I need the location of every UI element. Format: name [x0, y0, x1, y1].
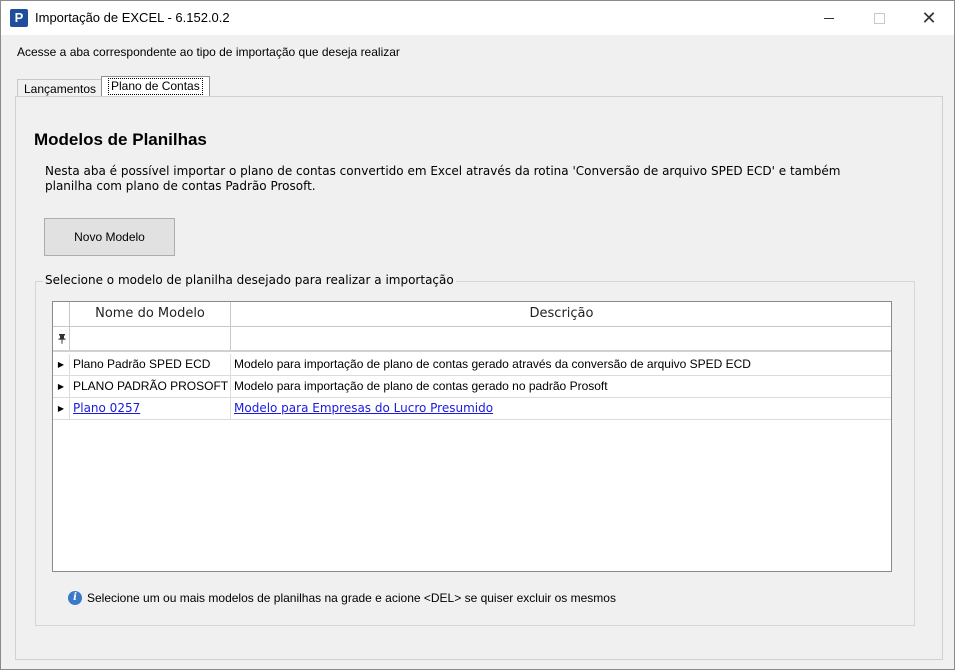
tab-lancamentos[interactable]: Lançamentos: [17, 79, 104, 97]
row-pointer-icon: ▶: [53, 398, 70, 419]
window-title: Importação de EXCEL - 6.152.0.2: [35, 10, 230, 25]
row-pointer-icon: ▶: [53, 354, 70, 375]
close-button[interactable]: ✕: [906, 1, 952, 35]
tab-label: Plano de Contas: [108, 78, 203, 95]
plano-de-contas-panel: Modelos de Planilhas Nesta aba é possíve…: [15, 96, 943, 660]
model-name[interactable]: Plano Padrão SPED ECD: [70, 354, 231, 375]
model-name-link[interactable]: Plano 0257: [70, 398, 231, 419]
row-pointer-icon: ▶: [53, 376, 70, 397]
table-row[interactable]: ▶ Plano 0257 Modelo para Empresas do Luc…: [53, 398, 891, 420]
tab-plano-de-contas[interactable]: Plano de Contas: [101, 76, 210, 97]
minimize-button[interactable]: [806, 1, 852, 35]
model-description[interactable]: Modelo para importação de plano de conta…: [231, 354, 891, 375]
model-description[interactable]: Modelo para importação de plano de conta…: [231, 376, 891, 397]
model-name-link-text[interactable]: Plano 0257: [73, 401, 140, 415]
table-row[interactable]: ▶ Plano Padrão SPED ECD Modelo para impo…: [53, 354, 891, 376]
app-logo-icon: P: [10, 9, 28, 27]
hint-text: Selecione um ou mais modelos de planilha…: [87, 591, 616, 605]
close-icon: ✕: [921, 7, 937, 28]
new-model-button[interactable]: Novo Modelo: [44, 218, 175, 256]
model-description-link-text[interactable]: Modelo para Empresas do Lucro Presumido: [234, 401, 493, 415]
maximize-button[interactable]: [856, 1, 902, 35]
model-selection-group: Selecione o modelo de planilha desejado …: [35, 273, 915, 626]
panel-title: Modelos de Planilhas: [34, 130, 207, 149]
filter-description-input[interactable]: [231, 327, 891, 350]
models-grid[interactable]: Nome do Modelo Descrição ▶ Plano Padrão …: [52, 301, 892, 572]
minimize-icon: [824, 17, 834, 19]
import-excel-window: P Importação de EXCEL - 6.152.0.2 ✕ Aces…: [0, 0, 955, 670]
filter-name-input[interactable]: [70, 327, 231, 350]
grid-header: Nome do Modelo Descrição: [53, 302, 891, 327]
maximize-icon: [873, 12, 885, 24]
row-indicator-header: [53, 302, 70, 326]
table-row[interactable]: ▶ PLANO PADRÃO PROSOFT Modelo para impor…: [53, 376, 891, 398]
title-bar[interactable]: P Importação de EXCEL - 6.152.0.2 ✕: [1, 1, 954, 35]
hint-message: i Selecione um ou mais modelos de planil…: [68, 591, 616, 605]
model-description-link[interactable]: Modelo para Empresas do Lucro Presumido: [231, 398, 891, 419]
instruction-text: Acesse a aba correspondente ao tipo de i…: [17, 45, 400, 59]
info-icon: i: [68, 591, 82, 605]
filter-row: [53, 327, 891, 352]
filter-indicator-cell: [53, 327, 70, 350]
filter-pin-icon: [58, 334, 66, 344]
model-name[interactable]: PLANO PADRÃO PROSOFT: [70, 376, 231, 397]
column-header-description[interactable]: Descrição: [231, 302, 891, 326]
column-header-name[interactable]: Nome do Modelo: [70, 302, 231, 326]
group-label: Selecione o modelo de planilha desejado …: [43, 273, 456, 287]
tab-label: Lançamentos: [24, 82, 97, 96]
panel-description: Nesta aba é possível importar o plano de…: [45, 164, 841, 193]
